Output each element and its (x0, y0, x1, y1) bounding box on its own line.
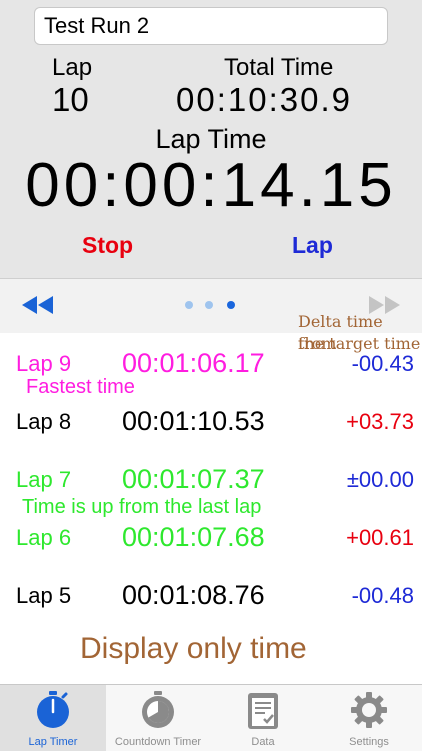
lap-delta: +00.61 (346, 525, 414, 550)
lap-label: Lap (52, 54, 93, 81)
lap-time-value: 00:01:06.17 (122, 348, 265, 378)
lap-time-value: 00:01:10.53 (122, 406, 265, 436)
lap-delta: +03.73 (346, 409, 414, 434)
lap-name: Lap 6 (16, 525, 72, 550)
tab-label: Lap Timer (28, 736, 78, 748)
countdown-timer-icon (142, 691, 174, 728)
lap-time-value: 00:01:08.76 (122, 580, 265, 610)
rewind-icon[interactable] (22, 296, 54, 314)
lap-button[interactable]: Lap (292, 232, 333, 258)
tab-lap-timer[interactable]: Lap Timer (0, 685, 106, 751)
stopwatch-icon (37, 691, 69, 728)
annotation-time-up: Time is up from the last lap (22, 496, 262, 518)
lap-row[interactable]: Lap 6 00:01:07.68 +00.61 (0, 522, 422, 580)
page-dot[interactable] (205, 301, 213, 309)
tab-label: Settings (349, 736, 389, 748)
total-time: 00:10:30.9 (176, 81, 352, 118)
lap-number: 10 (52, 81, 89, 118)
lap-name: Lap 9 (16, 351, 72, 376)
lap-delta: ±00.00 (346, 467, 414, 492)
lap-name: Lap 8 (16, 409, 72, 434)
gear-icon (351, 692, 387, 728)
annotation-display-only: Display only time (80, 632, 307, 665)
total-time-label: Total Time (224, 54, 334, 81)
tab-bar: Lap Timer Countdown Timer Data Settings (0, 684, 422, 751)
lap-delta: -00.48 (351, 583, 414, 608)
stop-button[interactable]: Stop (82, 232, 133, 258)
page-dot-current[interactable] (227, 301, 235, 309)
tab-data[interactable]: Data (210, 685, 316, 751)
lap-delta: -00.43 (351, 351, 414, 376)
tab-countdown-timer[interactable]: Countdown Timer (106, 685, 210, 751)
annotation-fastest: Fastest time (26, 376, 135, 398)
page-dot[interactable] (185, 301, 193, 309)
lap-time: 00:00:14.15 (25, 151, 397, 220)
lap-row[interactable]: Lap 8 00:01:10.53 +03.73 (0, 406, 422, 464)
run-name-field[interactable]: Test Run 2 (34, 7, 388, 45)
lap-time-value: 00:01:07.68 (122, 522, 265, 552)
lap-time-value: 00:01:07.37 (122, 464, 265, 494)
tab-label: Data (251, 736, 275, 748)
data-clipboard-icon (248, 693, 278, 729)
lap-name: Lap 5 (16, 583, 72, 608)
lap-row[interactable]: Lap 5 00:01:08.76 -00.48 (0, 580, 422, 638)
lap-name: Lap 7 (16, 467, 72, 492)
tab-label: Countdown Timer (114, 736, 202, 748)
tab-settings[interactable]: Settings (316, 685, 422, 751)
